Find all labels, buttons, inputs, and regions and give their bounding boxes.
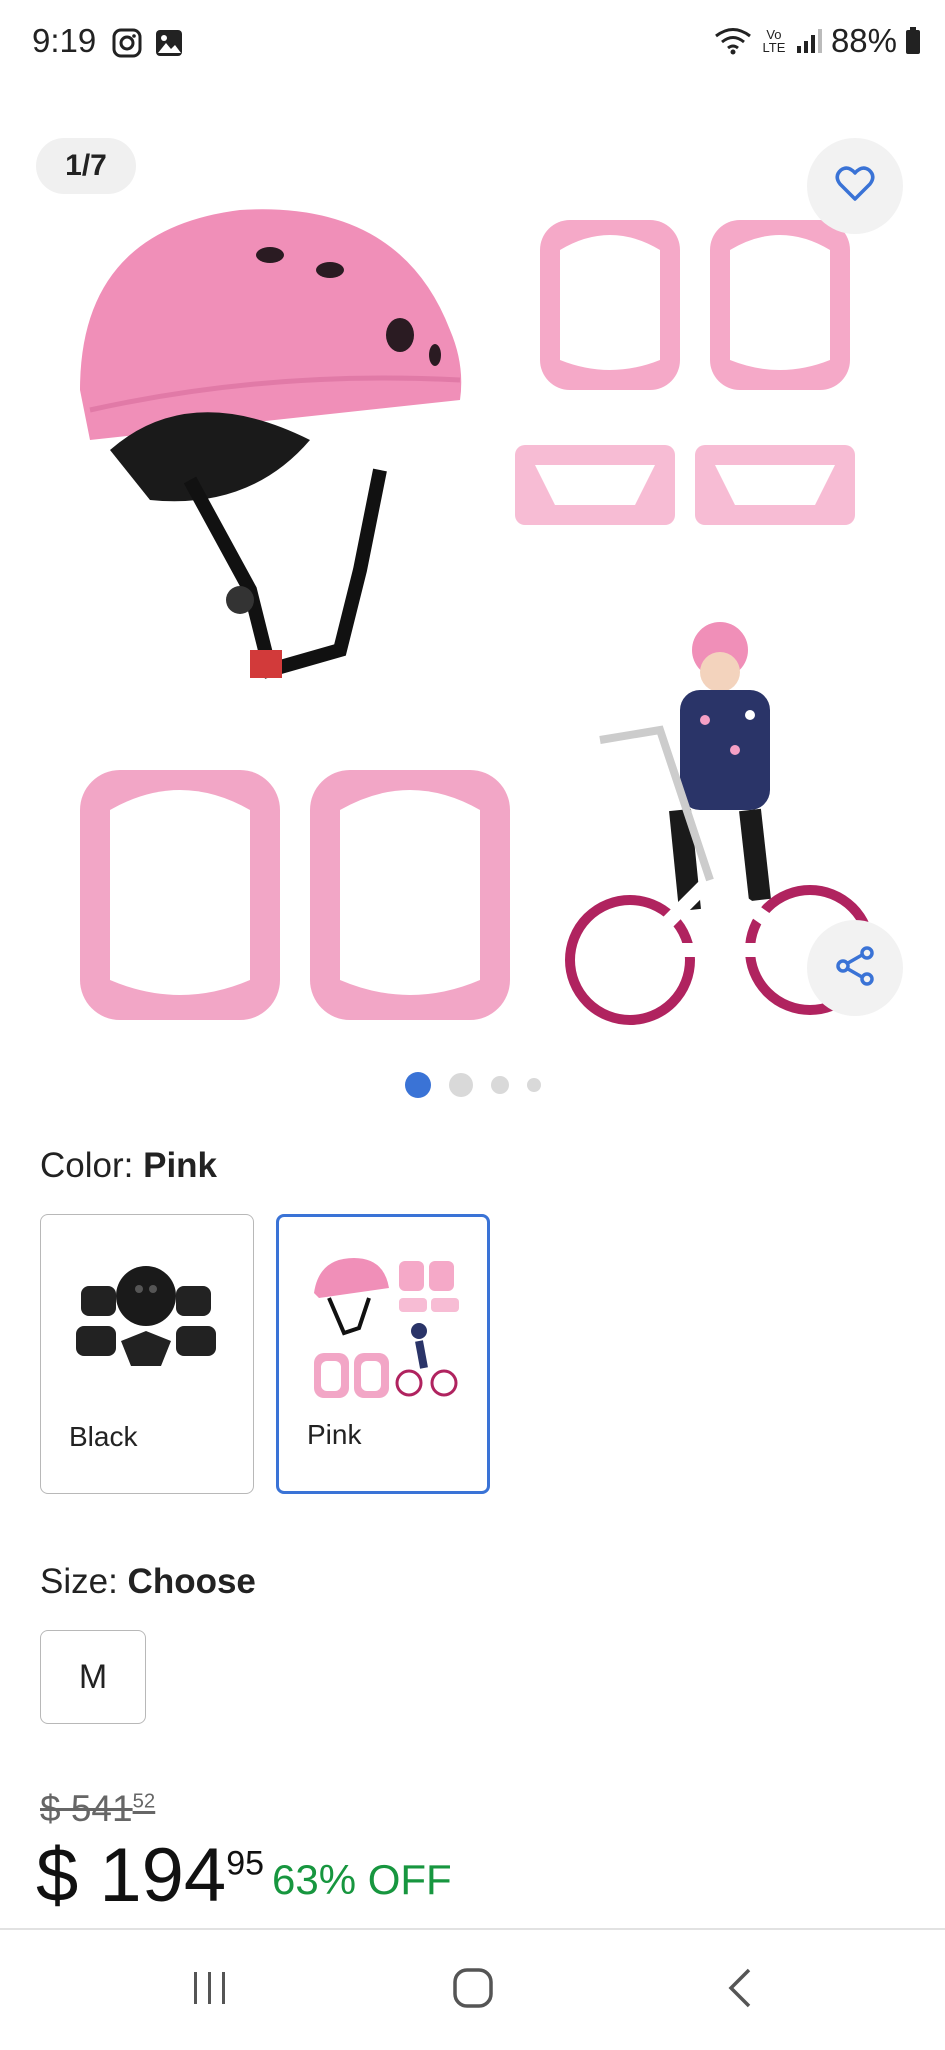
original-price: $ 54152 bbox=[40, 1788, 155, 1830]
home-button[interactable] bbox=[433, 1960, 513, 2020]
color-option-pink[interactable]: Pink bbox=[276, 1214, 490, 1494]
battery-icon bbox=[905, 27, 921, 55]
carousel-dots[interactable] bbox=[0, 1072, 945, 1098]
recent-apps-button[interactable] bbox=[170, 1960, 250, 2020]
current-price-main: $ 194 bbox=[36, 1833, 227, 1918]
carousel-dot-active[interactable] bbox=[404, 1072, 431, 1098]
size-selected-value: Choose bbox=[127, 1562, 256, 1601]
back-chevron-icon bbox=[725, 1966, 755, 2015]
original-price-cents: 52 bbox=[132, 1790, 156, 1813]
wifi-icon bbox=[713, 26, 753, 56]
current-price: $ 19495 bbox=[36, 1832, 264, 1919]
status-time: 9:19 bbox=[32, 22, 97, 59]
share-icon bbox=[834, 945, 876, 992]
heart-icon bbox=[835, 165, 875, 207]
color-label-row: Color: Pink bbox=[40, 1146, 217, 1186]
favorite-button[interactable] bbox=[807, 138, 903, 234]
product-gallery[interactable]: 1/7 bbox=[0, 120, 945, 1025]
gallery-icon bbox=[154, 28, 184, 58]
carousel-dot[interactable] bbox=[490, 1076, 509, 1094]
signal-icon bbox=[795, 28, 823, 54]
volte-label: Vo LTE bbox=[762, 27, 786, 55]
system-nav-bar bbox=[0, 1928, 945, 2050]
image-counter: 1/7 bbox=[36, 138, 136, 194]
battery-text: 88% bbox=[830, 22, 897, 59]
color-option-label: Pink bbox=[307, 1419, 362, 1450]
product-image[interactable] bbox=[70, 180, 875, 1045]
color-label: Color: bbox=[40, 1146, 134, 1185]
back-button[interactable] bbox=[700, 1960, 780, 2020]
instagram-icon bbox=[112, 28, 142, 58]
size-label: Size: bbox=[40, 1562, 118, 1601]
status-bar: 9:19 Vo LTE 88% bbox=[0, 0, 945, 90]
size-label-row: Size: Choose bbox=[40, 1562, 256, 1602]
home-icon bbox=[451, 1966, 495, 2015]
color-option-black[interactable]: Black bbox=[40, 1214, 254, 1494]
original-price-main: $ 541 bbox=[40, 1788, 133, 1829]
recents-icon bbox=[190, 1968, 230, 2013]
black-gear-thumbnail bbox=[71, 1251, 221, 1386]
color-selected-value: Pink bbox=[143, 1146, 218, 1185]
current-price-cents: 95 bbox=[226, 1844, 265, 1883]
carousel-dot[interactable] bbox=[526, 1078, 541, 1092]
pink-gear-thumbnail bbox=[309, 1253, 459, 1408]
share-button[interactable] bbox=[807, 920, 903, 1016]
color-option-label: Black bbox=[69, 1421, 138, 1452]
size-option-m[interactable]: M bbox=[40, 1630, 146, 1724]
carousel-dot[interactable] bbox=[448, 1073, 473, 1097]
discount-badge: 63% OFF bbox=[272, 1856, 452, 1903]
